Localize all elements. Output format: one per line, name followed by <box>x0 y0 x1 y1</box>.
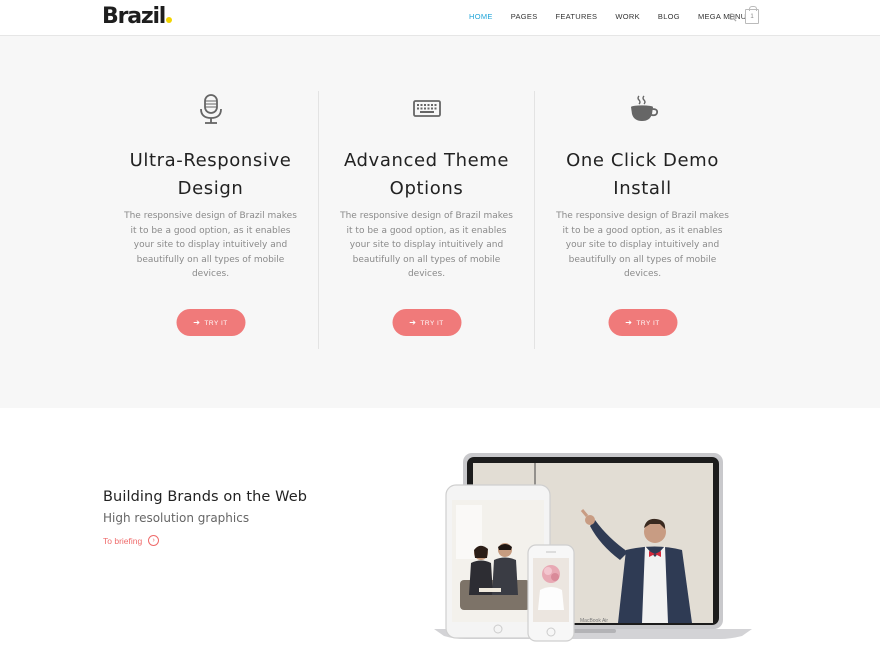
try-it-label: TRY IT <box>636 320 660 327</box>
try-it-label: TRY IT <box>420 320 444 327</box>
coffee-cup-icon <box>630 95 658 121</box>
arrow-right-icon: ➔ <box>625 318 633 327</box>
try-it-button[interactable]: ➔ TRY IT <box>608 309 677 336</box>
arrow-circle-icon: › <box>148 535 160 546</box>
brand-heading: Building Brands on the Web <box>103 489 308 505</box>
site-header: Brazil HOME PAGES FEATURES WORK BLOG MEG… <box>0 0 880 36</box>
feature-text: The responsive design of Brazil makes it… <box>556 211 729 280</box>
feature-text: The responsive design of Brazil makes it… <box>124 211 297 280</box>
keyboard-icon <box>412 100 441 117</box>
nav-features[interactable]: FEATURES <box>556 12 598 22</box>
try-it-label: TRY IT <box>204 320 228 327</box>
logo-text: Brazil <box>102 4 166 29</box>
arrow-right-icon: ➔ <box>409 318 417 327</box>
search-icon[interactable] <box>728 13 737 22</box>
features-section: Ultra-Responsive Design The responsive d… <box>0 36 880 408</box>
logo-dot <box>166 17 173 23</box>
devices-illustration: MacBook Air <box>434 453 752 642</box>
nav-mega-menu[interactable]: MEGA MENU <box>698 12 747 22</box>
briefing-link-label: To briefing <box>103 535 143 546</box>
microphone-icon <box>199 94 222 124</box>
feature-card: One Click Demo Install The responsive de… <box>535 36 750 408</box>
nav-work[interactable]: WORK <box>615 12 640 22</box>
feature-card: Advanced Theme Options The responsive de… <box>319 36 534 408</box>
feature-title: Ultra-Responsive Design <box>129 150 292 199</box>
try-it-button[interactable]: ➔ TRY IT <box>392 309 461 336</box>
nav-blog[interactable]: BLOG <box>658 12 680 22</box>
laptop-label: MacBook Air <box>580 618 608 624</box>
nav-home[interactable]: HOME <box>469 12 493 22</box>
feature-card: Ultra-Responsive Design The responsive d… <box>103 36 318 408</box>
brand-subheading: High resolution graphics <box>103 511 250 525</box>
cart-count: 1 <box>750 14 754 20</box>
nav-pages[interactable]: PAGES <box>511 12 538 22</box>
arrow-right-icon: ➔ <box>193 318 201 327</box>
feature-title: One Click Demo Install <box>566 150 719 199</box>
try-it-button[interactable]: ➔ TRY IT <box>176 309 245 336</box>
briefing-link[interactable]: To briefing › <box>103 535 160 546</box>
main-nav: HOME PAGES FEATURES WORK BLOG MEGA MENU <box>469 12 764 22</box>
feature-title: Advanced Theme Options <box>343 150 510 199</box>
logo[interactable]: Brazil <box>102 4 173 30</box>
cart-button[interactable]: 1 <box>745 6 759 24</box>
feature-text: The responsive design of Brazil makes it… <box>340 211 513 280</box>
